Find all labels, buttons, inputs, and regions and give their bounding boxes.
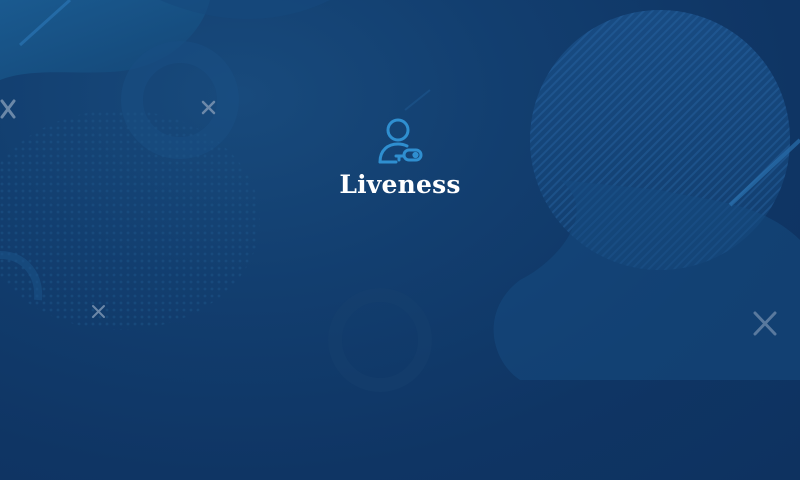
app-branding: Liveness [0,116,800,200]
cross-mark-icon [0,99,16,119]
app-title: Liveness [339,170,461,199]
cross-mark-icon [201,100,216,115]
cross-mark-icon [753,311,777,336]
splash-screen: Liveness [0,0,800,480]
user-key-icon [378,118,423,164]
cross-mark-icon [92,305,105,318]
decor-crosses [0,99,777,336]
